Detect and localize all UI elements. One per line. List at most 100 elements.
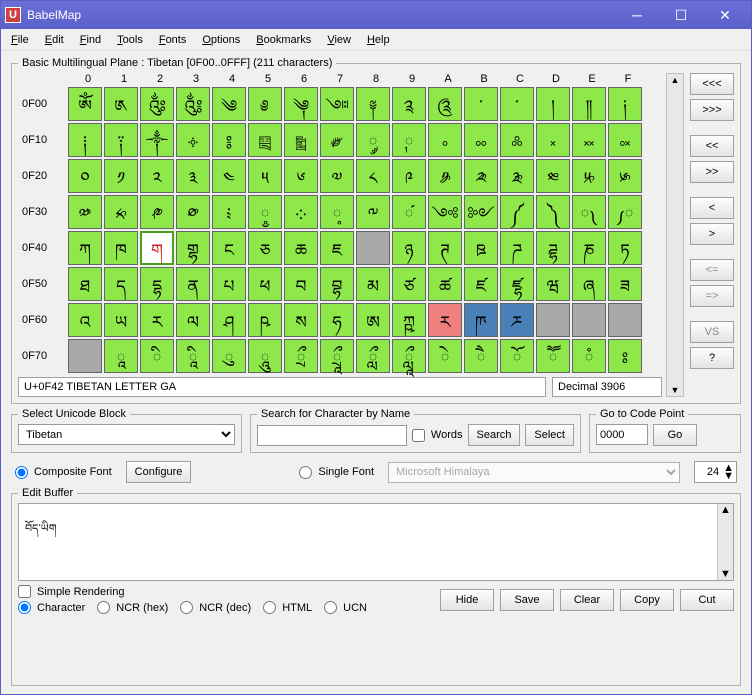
char-cell[interactable]: ཐ [68, 267, 102, 301]
char-cell[interactable]: ར [140, 303, 174, 337]
format-radio-ncr-dec-[interactable]: NCR (dec) [180, 601, 251, 614]
char-cell[interactable]: ཅ [248, 231, 282, 265]
char-cell[interactable]: ཌ [500, 231, 534, 265]
char-cell[interactable]: ༌ [500, 87, 534, 121]
char-cell[interactable]: གྷ [176, 231, 210, 265]
search-input[interactable] [257, 425, 407, 446]
char-cell[interactable]: ༞ [572, 123, 606, 157]
menu-view[interactable]: View [321, 32, 357, 48]
char-cell[interactable]: ༠ [68, 159, 102, 193]
char-cell[interactable]: ཿ [608, 339, 642, 373]
char-cell[interactable]: ༝ [536, 123, 570, 157]
nav-next-button[interactable]: > [690, 223, 734, 245]
char-cell[interactable]: ཮ [572, 303, 606, 337]
select-button[interactable]: Select [525, 424, 574, 446]
menu-tools[interactable]: Tools [111, 32, 149, 48]
char-cell[interactable]: ༙ [392, 123, 426, 157]
char-cell[interactable]: ཀ [68, 231, 102, 265]
char-cell[interactable]: ༅ [248, 87, 282, 121]
edit-scrollbar[interactable]: ▲▼ [717, 504, 733, 580]
char-cell[interactable]: ༵ [248, 195, 282, 229]
char-cell[interactable]: ༾ [572, 195, 606, 229]
char-cell[interactable]: ས [284, 303, 318, 337]
char-cell[interactable]: ཾ [572, 339, 606, 373]
char-cell[interactable]: ༿ [608, 195, 642, 229]
char-cell[interactable]: ༩ [392, 159, 426, 193]
char-cell[interactable]: ༲ [140, 195, 174, 229]
char-cell[interactable]: ༗ [320, 123, 354, 157]
minimize-button[interactable]: ─ [615, 1, 659, 29]
font-select[interactable]: Microsoft Himalaya [388, 462, 680, 483]
char-cell[interactable]: ཡ [104, 303, 138, 337]
char-cell[interactable]: ༑ [104, 123, 138, 157]
char-cell[interactable]: ༷ [320, 195, 354, 229]
char-cell[interactable]: ઄ [356, 231, 390, 265]
char-cell[interactable]: ༫ [464, 159, 498, 193]
menu-fonts[interactable]: Fonts [153, 32, 193, 48]
char-cell[interactable]: ༯ [608, 159, 642, 193]
char-cell[interactable]: ུ [212, 339, 246, 373]
nav-help-button[interactable]: ? [690, 347, 734, 369]
char-cell[interactable]: ༬ [500, 159, 534, 193]
char-cell[interactable]: ༕ [248, 123, 282, 157]
format-radio-ncr-hex-[interactable]: NCR (hex) [97, 601, 168, 614]
goto-button[interactable]: Go [653, 424, 697, 446]
char-cell[interactable]: དྷ [140, 267, 174, 301]
char-cell[interactable]: ༏ [608, 87, 642, 121]
char-cell[interactable]: ། [536, 87, 570, 121]
char-cell[interactable]: ༈ [356, 87, 390, 121]
char-cell[interactable]: ཁ [104, 231, 138, 265]
char-cell[interactable]: ༖ [284, 123, 318, 157]
nav-le-button[interactable]: <= [690, 259, 734, 281]
menu-help[interactable]: Help [361, 32, 396, 48]
single-font-radio[interactable]: Single Font [299, 466, 374, 479]
char-cell[interactable]: ཱ [104, 339, 138, 373]
char-cell[interactable]: ༼ [500, 195, 534, 229]
char-cell[interactable]: ང [212, 231, 246, 265]
char-cell[interactable]: ཎ [572, 231, 606, 265]
char-cell[interactable]: ཟ [608, 267, 642, 301]
char-cell[interactable]: ༴ [212, 195, 246, 229]
char-cell[interactable]: ༽ [536, 195, 570, 229]
char-cell[interactable]: ༉ [392, 87, 426, 121]
char-cell[interactable]: ༶ [284, 195, 318, 229]
goto-input[interactable] [596, 424, 648, 445]
menu-find[interactable]: Find [74, 32, 107, 48]
char-cell[interactable]: ༮ [572, 159, 606, 193]
char-cell[interactable]: ༘ [356, 123, 390, 157]
copy-button[interactable]: Copy [620, 589, 674, 611]
char-cell[interactable]: ཪ [428, 303, 462, 337]
char-cell[interactable]: ཙ [392, 267, 426, 301]
menu-file[interactable]: File [5, 32, 35, 48]
words-checkbox-label[interactable]: Words [412, 429, 463, 442]
char-cell[interactable]: ཌྷ [536, 231, 570, 265]
char-cell[interactable]: ཹ [392, 339, 426, 373]
char-cell[interactable]: འ [68, 303, 102, 337]
char-cell[interactable]: ༭ [536, 159, 570, 193]
char-cell[interactable]: ཝ [536, 267, 570, 301]
font-size-input[interactable] [695, 463, 721, 482]
char-cell[interactable]: ༧ [320, 159, 354, 193]
char-cell[interactable]: ༎ [572, 87, 606, 121]
char-cell[interactable]: ཱུ [248, 339, 282, 373]
char-cell[interactable]: ༹ [392, 195, 426, 229]
format-radio-html[interactable]: HTML [263, 601, 312, 614]
cut-button[interactable]: Cut [680, 589, 734, 611]
char-cell[interactable]: ཉ [392, 231, 426, 265]
char-cell[interactable]: ཛ [464, 267, 498, 301]
char-cell[interactable]: ༓ [176, 123, 210, 157]
scroll-down-icon[interactable]: ▼ [671, 384, 680, 396]
char-cell[interactable]: ༆ [284, 87, 318, 121]
char-cell[interactable]: ཥ [248, 303, 282, 337]
char-cell[interactable]: ཫ [464, 303, 498, 337]
block-select[interactable]: Tibetan [18, 424, 235, 445]
char-cell[interactable]: ོ [500, 339, 534, 373]
words-checkbox[interactable] [412, 429, 425, 442]
search-button[interactable]: Search [468, 424, 521, 446]
char-cell[interactable]: ༄ [212, 87, 246, 121]
configure-button[interactable]: Configure [126, 461, 192, 483]
char-cell[interactable]: ༦ [284, 159, 318, 193]
char-cell[interactable]: ཤ [212, 303, 246, 337]
char-cell[interactable]: ཰ [68, 339, 102, 373]
char-cell[interactable]: ཞ [572, 267, 606, 301]
